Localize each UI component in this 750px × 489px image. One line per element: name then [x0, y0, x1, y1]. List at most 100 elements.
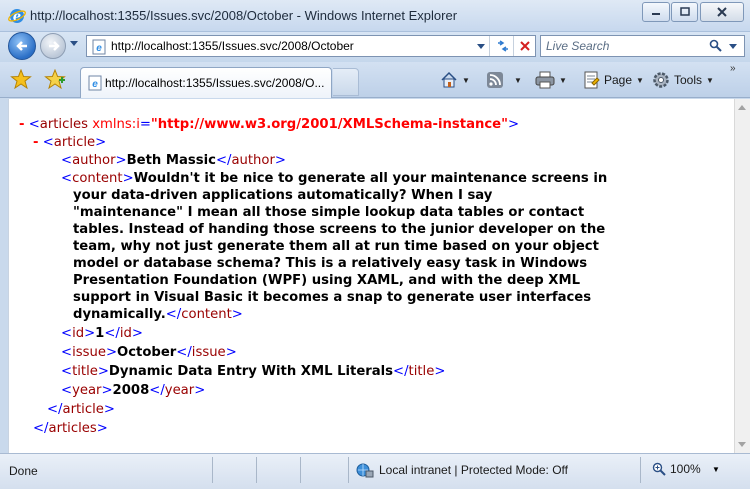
printer-icon — [535, 71, 555, 89]
add-favorite-icon[interactable] — [44, 69, 66, 89]
forward-arrow-icon — [49, 41, 60, 51]
content-line: model or database schema? This is a rela… — [73, 255, 587, 272]
tab-active[interactable]: e http://localhost:1355/Issues.svc/2008/… — [80, 67, 332, 98]
search-box[interactable]: Live Search — [540, 35, 745, 57]
collapse-articles-toggle[interactable]: - — [19, 117, 24, 132]
rss-feed-icon — [487, 72, 503, 88]
xml-content-open: <content>Wouldn't it be nice to generate… — [61, 171, 608, 186]
status-bar: Done Local intranet | Protected Mode: Of… — [0, 453, 750, 489]
feeds-dropdown-icon[interactable]: ▼ — [514, 76, 522, 85]
new-tab-button[interactable] — [333, 68, 359, 96]
separator — [513, 36, 514, 56]
xml-article-open-line: - <article> — [33, 135, 107, 150]
home-icon — [441, 71, 457, 88]
tab-label[interactable]: http://localhost:1355/Issues.svc/2008/O.… — [105, 76, 324, 90]
page-menu-icon — [584, 71, 600, 89]
content-line-text: Presentation Foundation (WPF) using XAML… — [73, 273, 581, 288]
zoom-control[interactable]: 100% — [652, 462, 701, 476]
navigation-bar: e http://localhost:1355/Issues.svc/2008/… — [0, 32, 750, 62]
xml-articles-close-line: </articles> — [33, 421, 108, 436]
vertical-scrollbar[interactable] — [734, 99, 750, 453]
xml-tag-name: id — [119, 326, 132, 341]
home-dropdown-icon[interactable]: ▼ — [462, 76, 470, 85]
xml-tag-name: author — [72, 153, 116, 168]
page-menu-label[interactable]: Page — [604, 73, 632, 87]
back-arrow-icon — [16, 41, 27, 51]
xml-attribute-value: "http://www.w3.org/2001/XMLSchema-instan… — [150, 117, 508, 132]
xml-tag-name: articles — [48, 421, 97, 436]
zoom-dropdown-icon[interactable]: ▼ — [712, 465, 720, 474]
address-bar[interactable]: e http://localhost:1355/Issues.svc/2008/… — [86, 35, 536, 57]
svg-text:e: e — [96, 43, 102, 54]
tools-dropdown-icon[interactable]: ▼ — [706, 76, 714, 85]
scroll-up-arrow-icon[interactable] — [738, 105, 746, 110]
search-icon[interactable] — [709, 39, 723, 53]
xml-tag-name: author — [231, 153, 275, 168]
local-intranet-icon — [356, 463, 374, 478]
zoom-icon — [652, 462, 666, 476]
content-line: support in Visual Basic it becomes a sna… — [73, 289, 591, 306]
more-commands-chevron-icon[interactable]: » — [730, 63, 736, 74]
favorites-star-icon[interactable] — [10, 69, 32, 89]
search-placeholder[interactable]: Live Search — [546, 39, 609, 53]
separator — [489, 36, 490, 56]
print-dropdown-icon[interactable]: ▼ — [559, 76, 567, 85]
content-line-text: model or database schema? This is a rela… — [73, 256, 588, 271]
zoom-level: 100% — [670, 462, 701, 476]
page-menu-button[interactable]: Page ▼ — [582, 71, 644, 89]
tab-bar: e http://localhost:1355/Issues.svc/2008/… — [0, 62, 750, 98]
close-button[interactable] — [700, 2, 744, 22]
page-icon: e — [92, 39, 106, 55]
issue-value: October — [117, 345, 177, 360]
xml-articles-open-line: - <articles xmlns:i="http://www.w3.org/2… — [19, 117, 520, 132]
maximize-button[interactable] — [671, 2, 698, 22]
status-text: Done — [9, 464, 38, 478]
feeds-button[interactable]: ▼ — [486, 71, 522, 89]
author-value: Beth Massic — [126, 153, 216, 168]
xml-tag-name: content — [181, 307, 232, 322]
content-line: your data-driven applications automatica… — [73, 187, 492, 204]
gear-icon — [653, 72, 669, 88]
home-button[interactable]: ▼ — [440, 71, 470, 89]
xml-tag-name: year — [164, 383, 195, 398]
page-icon: e — [88, 75, 102, 91]
content-line: team, why not just generate them all at … — [73, 238, 599, 255]
xml-issue-line: <issue>October</issue> — [61, 345, 237, 360]
refresh-icon[interactable] — [495, 38, 511, 54]
content-line-text: dynamically. — [73, 307, 166, 322]
history-dropdown-icon[interactable] — [70, 41, 78, 47]
page-dropdown-icon[interactable]: ▼ — [636, 76, 644, 85]
xml-article-close-line: </article> — [47, 402, 115, 417]
forward-button[interactable] — [40, 33, 66, 59]
tools-menu-label[interactable]: Tools — [674, 73, 702, 87]
xml-document-view[interactable]: - <articles xmlns:i="http://www.w3.org/2… — [8, 99, 734, 453]
tools-menu-button[interactable]: Tools ▼ — [652, 71, 714, 89]
xml-tag-name: issue — [191, 345, 226, 360]
year-value: 2008 — [112, 383, 150, 398]
content-line-text: team, why not just generate them all at … — [73, 239, 599, 254]
status-divider — [212, 457, 213, 483]
xml-title-line: <title>Dynamic Data Entry With XML Liter… — [61, 364, 446, 379]
svg-text:e: e — [92, 79, 98, 90]
close-icon — [717, 7, 727, 17]
scroll-down-arrow-icon[interactable] — [738, 442, 746, 447]
print-button[interactable]: ▼ — [535, 71, 567, 89]
collapse-article-toggle[interactable]: - — [33, 135, 38, 150]
status-divider — [640, 457, 641, 483]
address-dropdown-icon[interactable] — [477, 39, 485, 53]
back-button[interactable] — [8, 32, 36, 60]
stop-icon[interactable] — [517, 38, 533, 54]
xml-year-line: <year>2008</year> — [61, 383, 206, 398]
internet-explorer-icon: e — [8, 9, 26, 25]
content-line: "maintenance" I mean all those simple lo… — [73, 204, 584, 221]
address-url[interactable]: http://localhost:1355/Issues.svc/2008/Oc… — [111, 39, 354, 53]
minimize-button[interactable] — [642, 2, 670, 22]
xml-id-line: <id>1</id> — [61, 326, 143, 341]
content-line-text: support in Visual Basic it becomes a sna… — [73, 290, 592, 305]
search-dropdown-icon[interactable] — [729, 39, 737, 53]
security-zone[interactable]: Local intranet | Protected Mode: Off — [356, 462, 568, 478]
xml-tag-name: article — [53, 135, 96, 150]
id-value: 1 — [95, 326, 105, 341]
content-line: Wouldn't it be nice to generate all your… — [133, 171, 608, 186]
xml-attribute-name: xmlns:i — [92, 117, 140, 132]
